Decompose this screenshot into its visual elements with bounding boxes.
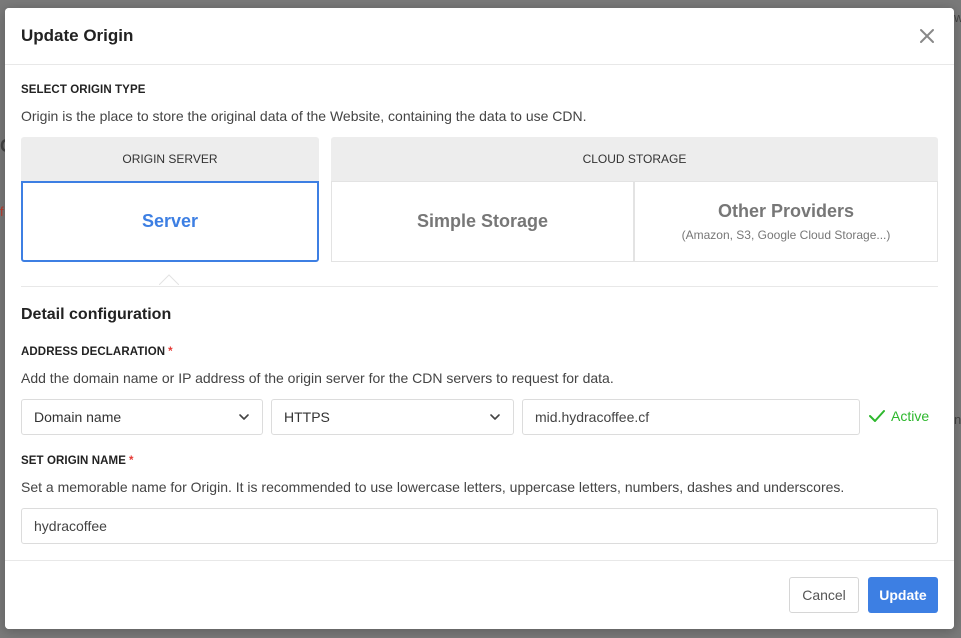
detail-configuration-title: Detail configuration [21,306,172,323]
dialog-title: Update Origin [21,26,134,45]
origin-name-description: Set a memorable name for Origin. It is r… [21,479,845,495]
update-button[interactable]: Update [868,577,938,613]
update-origin-dialog: Update Origin SELECT ORIGIN TYPE Origin … [5,8,954,629]
origin-option-title: Simple Storage [416,211,549,231]
protocol-select[interactable]: HTTPS [271,399,514,435]
address-status: Active [869,408,929,424]
dialog-footer: Cancel Update [5,560,954,629]
origin-type-description: Origin is the place to store the origina… [21,108,587,124]
origin-option-other-providers[interactable]: Other Providers (Amazon, S3, Google Clou… [634,181,938,262]
required-mark: * [129,455,134,467]
address-declaration-description: Add the domain name or IP address of the… [21,370,614,386]
cancel-button[interactable]: Cancel [789,577,859,613]
origin-type-label: SELECT ORIGIN TYPE [21,84,146,96]
origin-server-group-header: ORIGIN SERVER [21,137,319,181]
cloud-storage-group-header: CLOUD STORAGE [331,137,938,181]
origin-name-input[interactable] [21,508,938,544]
selection-pointer-icon [159,274,179,285]
address-input[interactable] [522,399,860,435]
address-declaration-label: ADDRESS DECLARATION * [21,346,173,358]
protocol-value: HTTPS [284,409,330,425]
origin-option-server[interactable]: Server [21,181,319,262]
close-icon [920,29,934,43]
origin-name-label: SET ORIGIN NAME * [21,455,134,467]
origin-option-simple-storage[interactable]: Simple Storage [331,181,634,262]
origin-name-label-text: SET ORIGIN NAME [21,455,127,467]
required-mark: * [168,346,173,358]
chevron-down-icon [239,414,249,420]
section-divider [21,286,938,287]
address-declaration-label-text: ADDRESS DECLARATION [21,346,166,358]
close-button[interactable] [916,25,938,47]
status-text: Active [891,408,930,424]
address-type-value: Domain name [34,409,122,425]
address-type-select[interactable]: Domain name [21,399,263,435]
origin-option-title: Server [141,211,199,231]
origin-option-subtitle: (Amazon, S3, Google Cloud Storage...) [681,228,891,242]
origin-option-title: Other Providers [717,201,855,221]
background-text-fragment: n [954,412,961,427]
chevron-down-icon [490,414,500,420]
background-text-fragment: f [0,204,4,219]
background-text-fragment: w [954,10,961,25]
dialog-header: Update Origin [5,8,954,65]
check-icon [869,410,885,422]
